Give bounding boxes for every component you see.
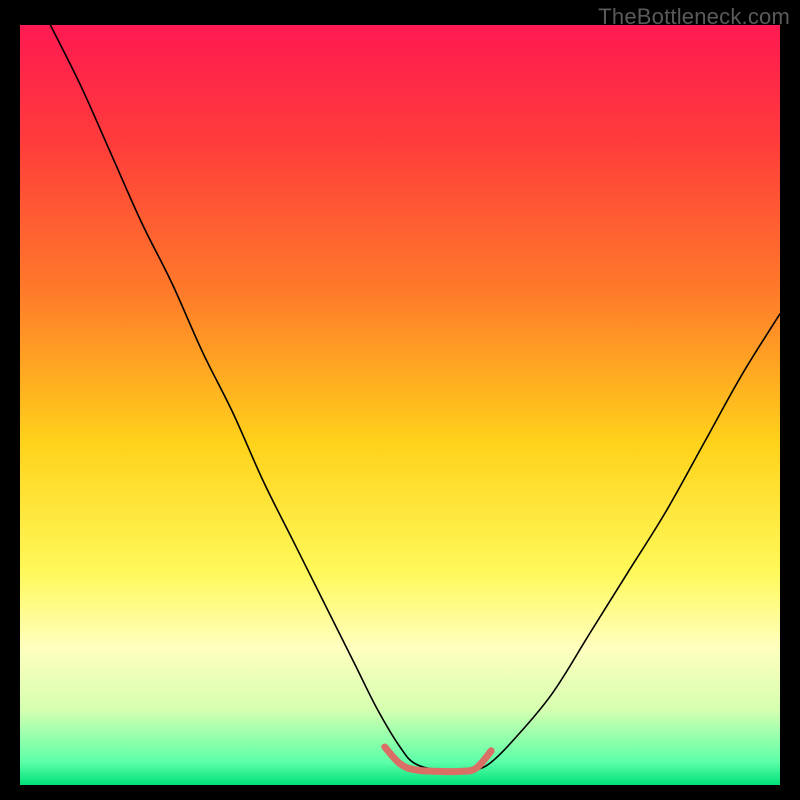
watermark-text: TheBottleneck.com bbox=[598, 4, 790, 30]
plot-area bbox=[20, 25, 780, 785]
chart-frame: TheBottleneck.com bbox=[0, 0, 800, 800]
gradient-rect bbox=[20, 25, 780, 785]
chart-svg bbox=[20, 25, 780, 785]
